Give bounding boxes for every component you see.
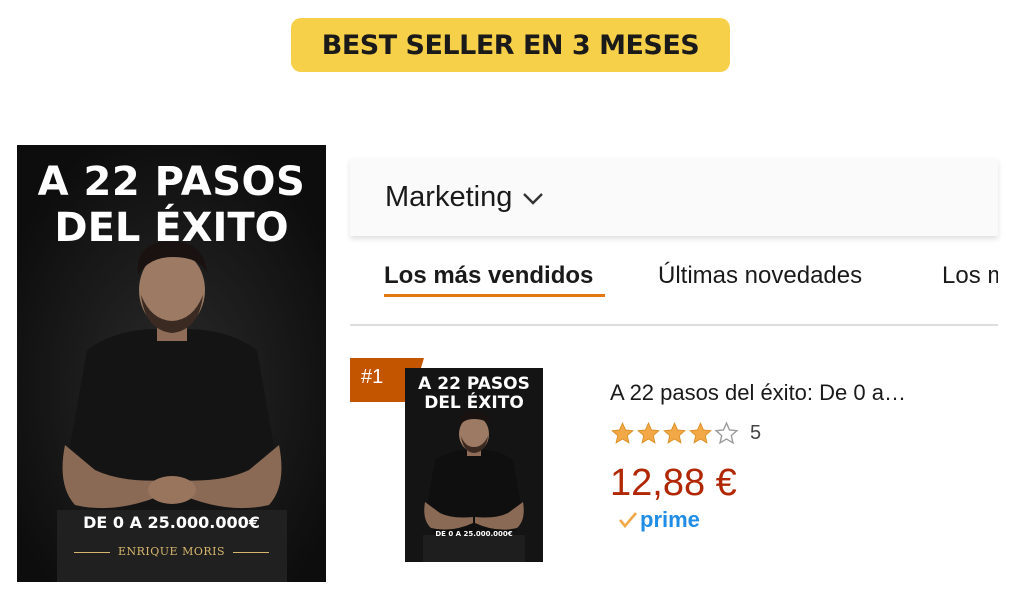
rank-label: #1	[361, 366, 384, 388]
cover-subtitle: DE 0 A 25.000.000€	[83, 513, 260, 532]
prime-label: prime	[640, 507, 700, 532]
star-full-icon	[637, 422, 660, 444]
active-tab-underline	[384, 294, 605, 297]
tab-new-releases[interactable]: Últimas novedades	[658, 262, 862, 290]
cover-title-line2: DEL ÉXITO	[54, 205, 289, 251]
prime-badge: prime	[618, 507, 700, 533]
product-price: 12,88 €	[610, 462, 737, 504]
product-title-link[interactable]: A 22 pasos del éxito: De 0 a…	[610, 380, 906, 406]
cover-title-line1: A 22 PASOS	[37, 159, 306, 205]
star-full-icon	[689, 422, 712, 444]
best-seller-banner: BEST SELLER EN 3 MESES	[291, 18, 730, 72]
thumb-title-line2: DEL ÉXITO	[424, 393, 524, 413]
star-rating[interactable]: 5	[610, 421, 761, 446]
tab-best-sellers[interactable]: Los más vendidos	[384, 262, 593, 290]
star-full-icon	[663, 422, 686, 444]
chevron-down-icon	[523, 193, 544, 205]
tab-more[interactable]: Los m	[942, 262, 998, 290]
review-count[interactable]: 5	[750, 422, 761, 445]
category-label: Marketing	[385, 180, 513, 213]
product-thumbnail[interactable]: A 22 PASOS DEL ÉXITO DE 0 A 25.000.000€	[405, 368, 543, 562]
star-full-icon	[611, 422, 634, 444]
book-cover-image: A 22 PASOS DEL ÉXITO DE 0 A 25.000.000€ …	[17, 145, 326, 582]
category-dropdown[interactable]: Marketing	[350, 158, 998, 236]
check-icon	[619, 512, 637, 529]
star-empty-icon	[714, 421, 739, 445]
thumb-subtitle: DE 0 A 25.000.000€	[435, 530, 513, 538]
cover-author: ENRIQUE MORIS	[17, 545, 326, 558]
ranking-tabs: Los más vendidos Últimas novedades Los m	[350, 250, 998, 326]
thumb-title-line1: A 22 PASOS	[418, 374, 530, 394]
